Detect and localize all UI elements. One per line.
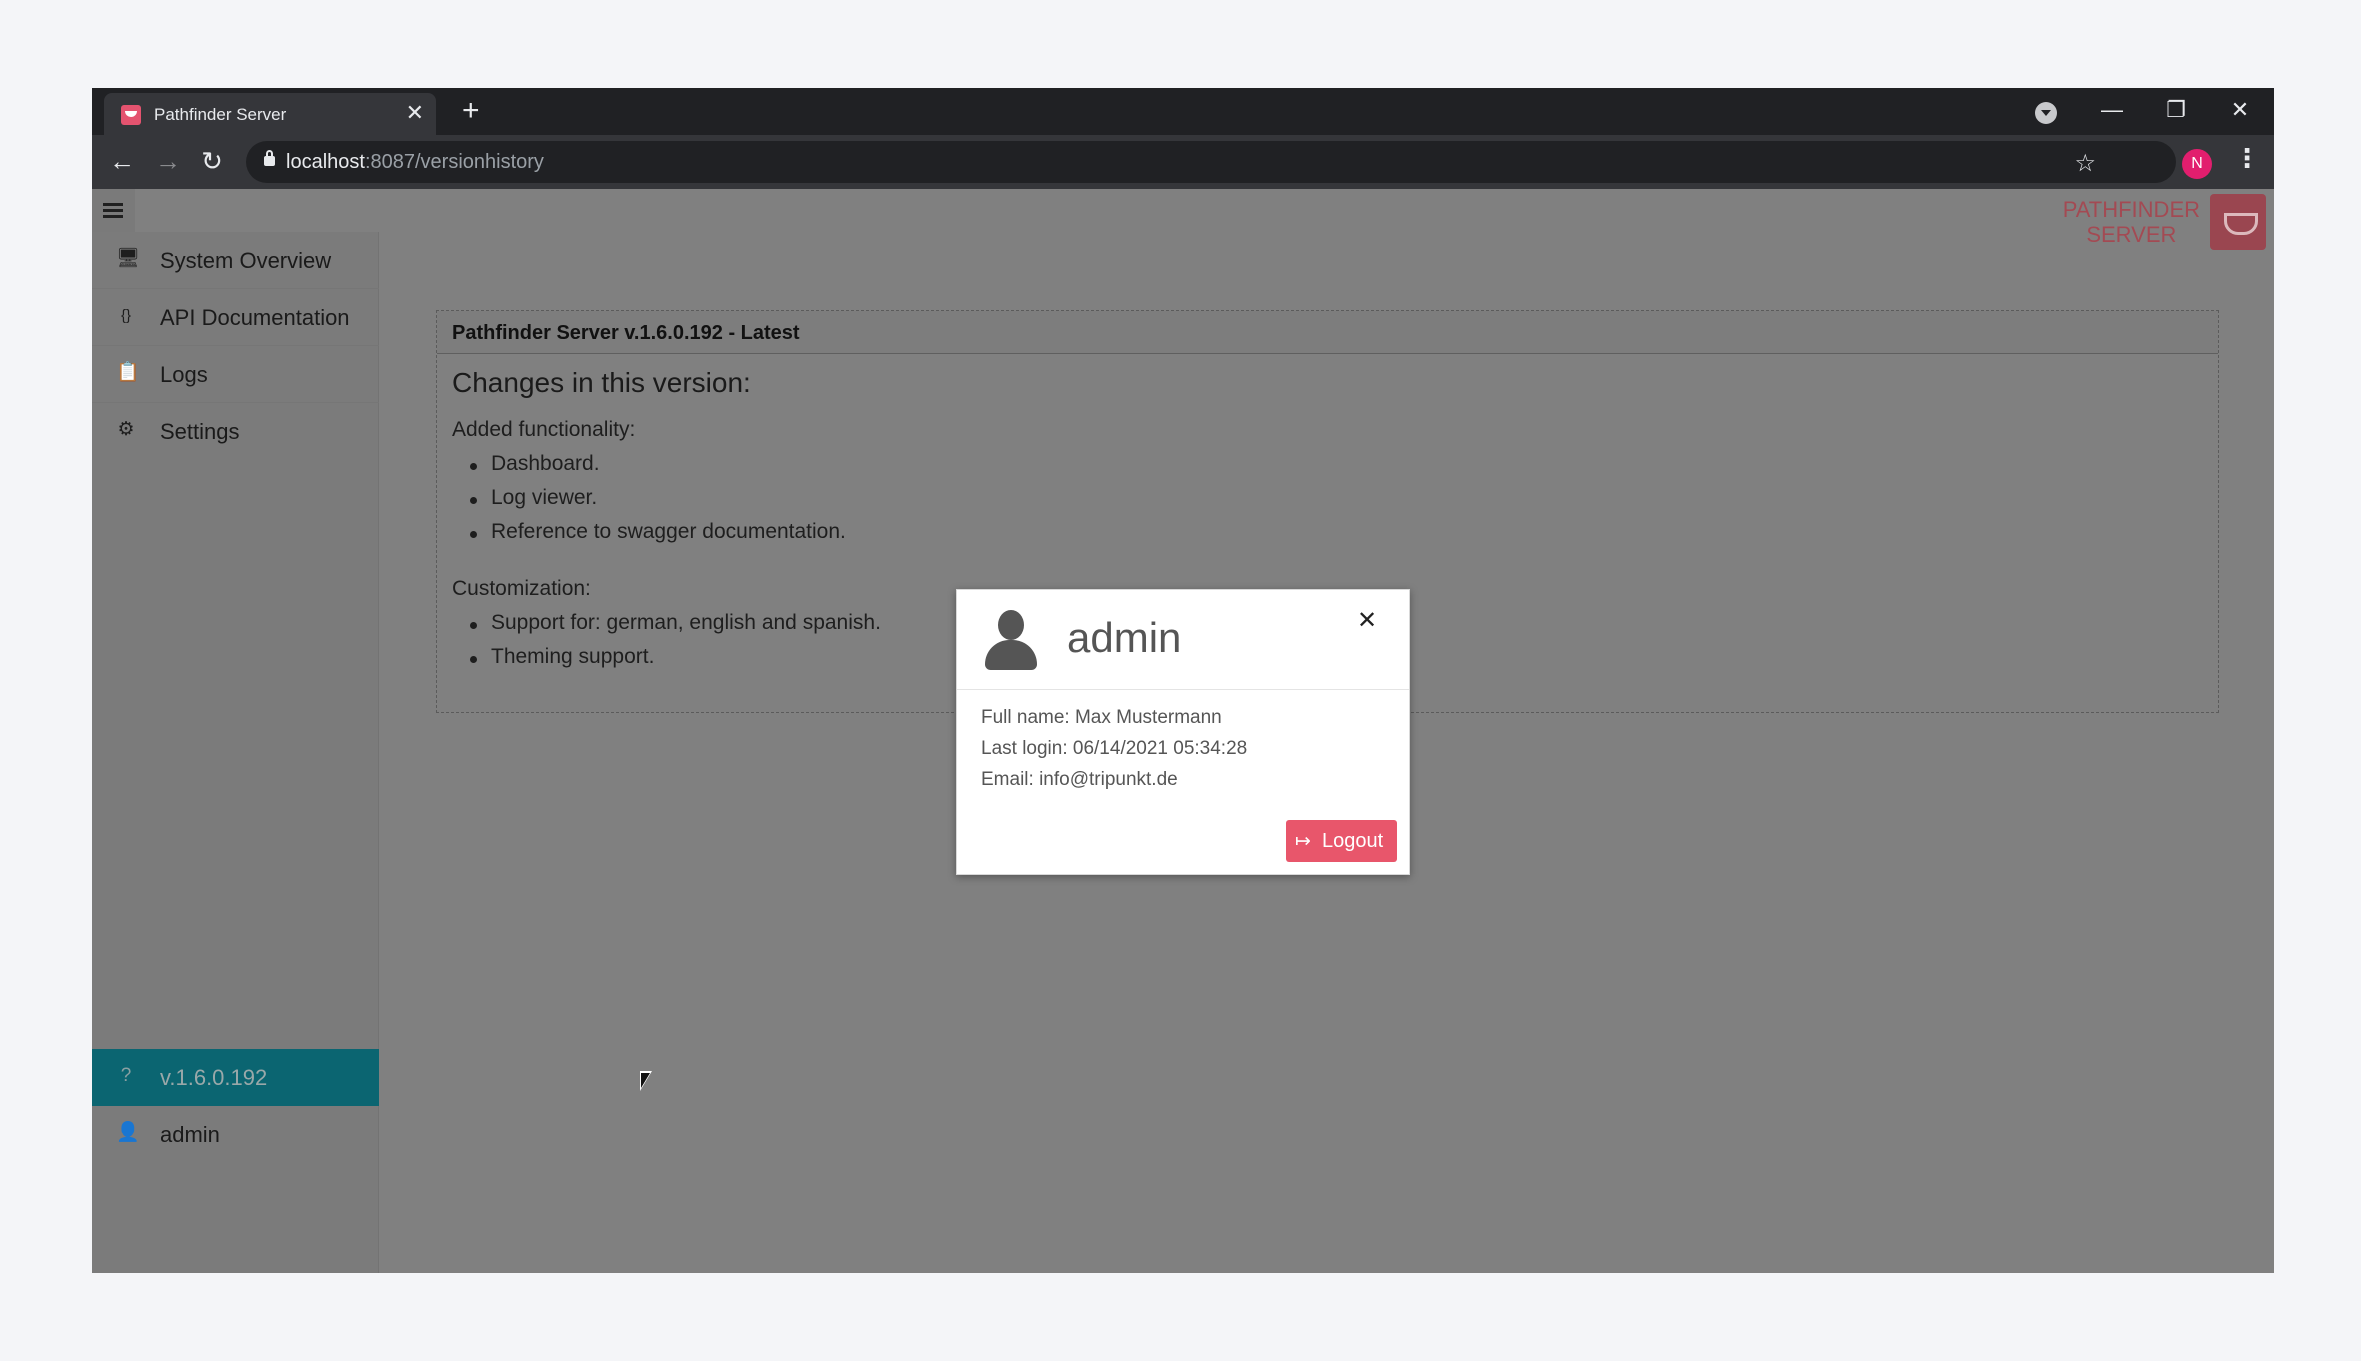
sidebar-item-label: System Overview (160, 248, 332, 273)
browser-tab[interactable]: Pathfinder Server ✕ (104, 93, 436, 135)
modal-title: admin (1067, 614, 1182, 661)
hamburger-menu-icon[interactable] (92, 189, 135, 232)
modal-header: admin ✕ (957, 590, 1409, 690)
added-functionality-label: Added functionality: (452, 418, 636, 441)
browser-menu-icon[interactable]: ⋮ (2234, 143, 2260, 174)
help-circle-icon: ? (120, 1065, 132, 1086)
tab-search-icon[interactable] (2035, 102, 2057, 124)
sidebar: 🖥 System Overview {} API Documentation 📋… (92, 232, 379, 1273)
brand-logo-icon (2210, 194, 2266, 250)
minimize-button[interactable]: — (2092, 94, 2132, 126)
full-name-text: Full name: Max Mustermann (981, 707, 1222, 728)
list-item: Support for: german, english and spanish… (470, 611, 881, 634)
sidebar-user-label: admin (160, 1122, 220, 1147)
list-item: Log viewer. (469, 486, 598, 509)
mouse-cursor-icon (640, 1071, 652, 1091)
sidebar-item-api-documentation[interactable]: {} API Documentation (92, 289, 379, 346)
changes-title: Changes in this version: (452, 367, 751, 398)
sidebar-item-label: API Documentation (160, 305, 350, 330)
version-info-button[interactable]: ? v.1.6.0.192 (92, 1049, 379, 1106)
user-icon: 👤 (116, 1122, 140, 1143)
modal-close-icon[interactable]: ✕ (1357, 606, 1377, 635)
bookmark-star-icon[interactable]: ☆ (2074, 149, 2096, 178)
card-header: Pathfinder Server v.1.6.0.192 - Latest (437, 311, 2218, 354)
browser-toolbar: ← → ↻ localhost:8087/versionhistory ☆ N … (92, 135, 2274, 189)
gear-icon: ⚙ (117, 419, 135, 440)
list-item: Reference to swagger documentation. (470, 520, 846, 543)
sidebar-user-button[interactable]: 👤 admin (92, 1106, 379, 1163)
version-label: v.1.6.0.192 (160, 1065, 268, 1090)
logout-icon: ↦ (1295, 831, 1311, 852)
sidebar-item-label: Settings (160, 419, 240, 444)
tab-bar: Pathfinder Server ✕ + — ❐ ✕ (92, 88, 2274, 135)
customization-label: Customization: (452, 577, 591, 600)
forward-arrow-icon[interactable]: → (152, 145, 184, 177)
back-arrow-icon[interactable]: ← (106, 145, 138, 177)
card-header-title: Pathfinder Server v.1.6.0.192 - Latest (452, 322, 800, 344)
pathfinder-favicon-icon (121, 105, 141, 125)
restore-button[interactable]: ❐ (2156, 94, 2196, 126)
code-braces-icon: {} (120, 307, 132, 324)
address-bar[interactable]: localhost:8087/versionhistory ☆ (246, 141, 2176, 183)
user-avatar-icon (983, 610, 1039, 670)
sidebar-item-settings[interactable]: ⚙ Settings (92, 403, 379, 460)
list-item: Dashboard. (470, 452, 600, 475)
sidebar-item-system-overview[interactable]: 🖥 System Overview (92, 232, 379, 289)
user-info-modal: admin ✕ Full name: Max Mustermann Last l… (956, 589, 1410, 875)
logout-button[interactable]: ↦ Logout (1286, 820, 1397, 862)
clipboard-icon: 📋 (116, 362, 140, 383)
list-item: Theming support. (469, 645, 655, 668)
tab-close-icon[interactable]: ✕ (406, 101, 424, 125)
new-tab-button[interactable]: + (462, 94, 480, 128)
lock-icon (264, 150, 275, 166)
email-text: Email: info@tripunkt.de (981, 769, 1178, 790)
sidebar-item-logs[interactable]: 📋 Logs (92, 346, 379, 403)
last-login-text: Last login: 06/14/2021 05:34:28 (981, 738, 1248, 759)
window-close-button[interactable]: ✕ (2220, 94, 2260, 126)
url-text: localhost:8087/versionhistory (286, 151, 544, 173)
logout-label: Logout (1322, 830, 1384, 852)
brand-logo-text: PATHFINDER SERVER (2062, 197, 2200, 247)
profile-avatar[interactable]: N (2182, 149, 2212, 179)
monitor-icon: 🖥 (116, 248, 141, 269)
sidebar-item-label: Logs (160, 362, 208, 387)
reload-icon[interactable]: ↻ (196, 145, 228, 177)
tab-title: Pathfinder Server (154, 105, 287, 124)
